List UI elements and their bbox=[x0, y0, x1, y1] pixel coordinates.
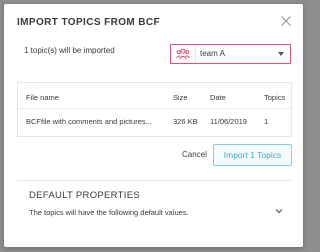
cell-date: 11/06/2019 bbox=[210, 117, 247, 126]
team-select[interactable]: team A bbox=[170, 44, 291, 64]
section-divider bbox=[17, 180, 292, 181]
import-topics-dialog: IMPORT TOPICS FROM BCF 1 topic(s) will b… bbox=[4, 4, 303, 247]
cell-file-name: BCFfile with comments and pictures... bbox=[26, 117, 152, 126]
header-size: Size bbox=[173, 93, 188, 102]
table-divider bbox=[18, 108, 291, 109]
chevron-down-icon[interactable] bbox=[274, 202, 284, 220]
import-summary: 1 topic(s) will be imported bbox=[24, 46, 115, 55]
header-topics: Topics bbox=[264, 93, 286, 102]
cell-topics: 1 bbox=[264, 117, 269, 126]
header-date: Date bbox=[210, 93, 226, 102]
import-file-table: File name Size Date Topics BCFfile with … bbox=[17, 82, 292, 137]
close-icon[interactable] bbox=[280, 14, 292, 26]
header-file-name: File name bbox=[26, 93, 59, 102]
team-select-value: team A bbox=[200, 49, 225, 58]
cancel-button[interactable]: Cancel bbox=[182, 150, 207, 159]
caret-down-icon bbox=[278, 52, 284, 56]
import-topics-button[interactable]: Import 1 Topics bbox=[213, 144, 292, 166]
cell-size: 326 KB bbox=[173, 117, 198, 126]
team-icon bbox=[176, 48, 190, 60]
default-properties-title: DEFAULT PROPERTIES bbox=[29, 190, 140, 201]
default-properties-description: The topics will have the following defau… bbox=[29, 208, 189, 217]
team-icon-box bbox=[171, 45, 196, 63]
dialog-title: IMPORT TOPICS FROM BCF bbox=[17, 17, 161, 28]
